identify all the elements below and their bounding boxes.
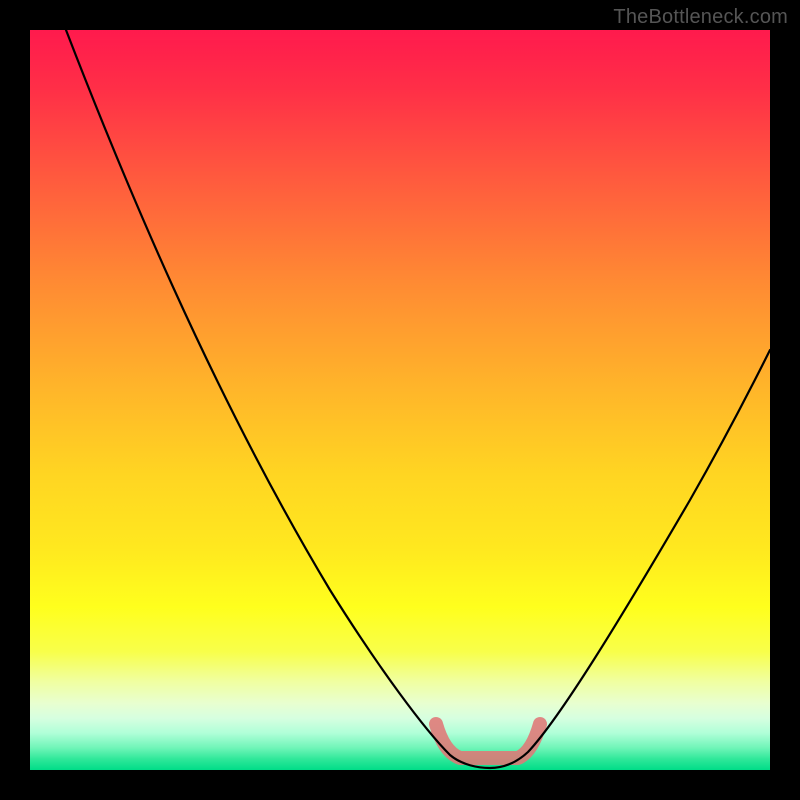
chart-frame: TheBottleneck.com bbox=[0, 0, 800, 800]
bottleneck-curve-line bbox=[66, 30, 770, 768]
chart-plot-area bbox=[30, 30, 770, 770]
optimal-band-highlight bbox=[436, 724, 540, 758]
chart-svg bbox=[30, 30, 770, 770]
watermark-text: TheBottleneck.com bbox=[613, 6, 788, 29]
